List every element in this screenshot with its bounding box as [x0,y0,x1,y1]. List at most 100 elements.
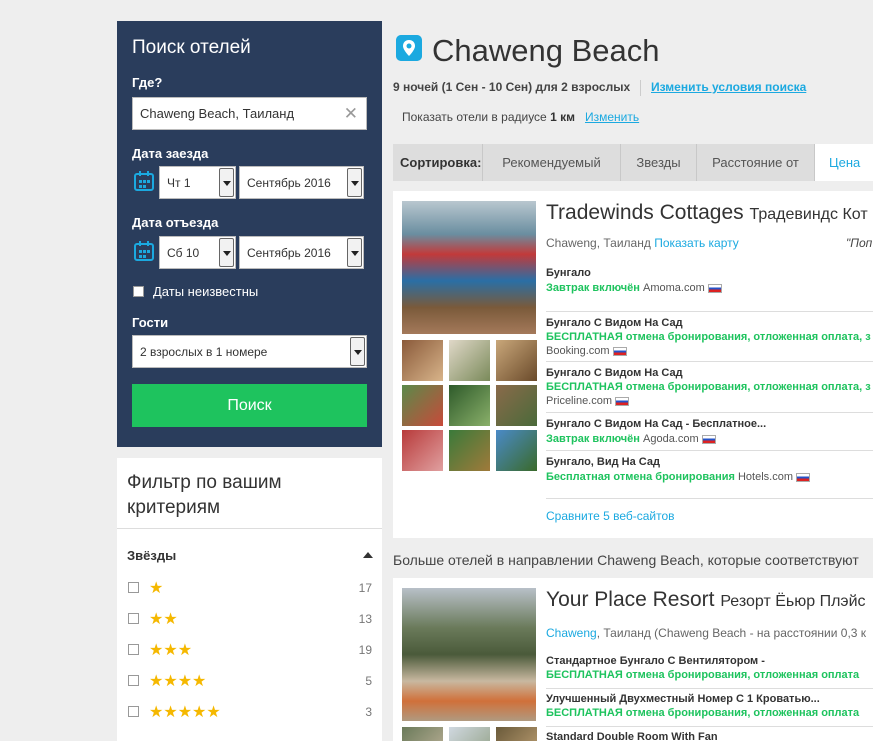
sort-tab-recommended[interactable]: Рекомендуемый [482,144,620,181]
star-filter-row[interactable]: ★ 17 [127,579,372,599]
star-filter-checkbox[interactable] [128,613,139,624]
hotel-name[interactable]: Your Place Resort Резорт Ёьюр Плэйс [546,588,866,612]
clear-icon[interactable]: ✕ [344,104,358,124]
hotel-thumbnail[interactable] [449,727,490,741]
divider [546,450,873,451]
divider [117,528,382,529]
filter-panel: Фильтр по вашим критериям Звёзды ★ 17 ★★… [117,458,382,741]
filter-title: Фильтр по вашим критериям [127,472,282,518]
destination-input[interactable]: Chaweng Beach, Таиланд ✕ [132,97,367,130]
star-filter-row[interactable]: ★★ 13 [127,610,372,630]
hotel-thumbnail[interactable] [496,727,537,741]
sort-tab-price[interactable]: Цена (з [814,144,873,207]
checkin-label: Дата заезда [132,146,209,161]
page-title: Chaweng Beach [432,33,660,68]
checkout-month-value: Сентябрь 2016 [247,246,331,260]
divider [546,361,873,362]
divider [546,311,873,312]
divider [640,80,641,96]
chevron-down-icon [219,168,234,197]
star-filter-count: 5 [365,674,372,688]
stars-filter-heading[interactable]: Звёзды [127,548,176,563]
hotel-location-text: Chaweng, Таиланд [546,236,651,250]
hotel-card: Tradewinds Cottages Традевиндс Кот Chawe… [393,191,873,538]
hotel-thumbnail[interactable] [402,430,443,471]
collapse-icon[interactable] [363,552,373,558]
offer-site: Booking.com [546,345,610,357]
star-icon: ★★★ [149,642,193,659]
star-filter-count: 3 [365,705,372,719]
offer-deal: БЕСПЛАТНАЯ отмена бронирования, отложенн… [546,331,871,343]
checkout-month-select[interactable]: Сентябрь 2016 [239,236,364,269]
offer-row[interactable]: Бунгало С Видом На Сад БЕСПЛАТНАЯ отмена… [546,317,873,357]
hotel-name[interactable]: Tradewinds Cottages Традевиндс Кот [546,201,868,225]
checkin-day-select[interactable]: Чт 1 [159,166,236,199]
room-type: Стандартное Бунгало С Вентилятором - [546,655,765,667]
offer-deal: Бесплатная отмена бронирования [546,471,735,483]
star-filter-checkbox[interactable] [128,675,139,686]
calendar-icon[interactable] [133,240,155,262]
sort-tab-distance[interactable]: Расстояние от [696,144,814,181]
hotel-thumbnail[interactable] [402,340,443,381]
hotel-thumbnail[interactable] [449,385,490,426]
hotel-main-photo[interactable] [402,201,536,334]
checkin-day-value: Чт 1 [167,176,191,190]
hotel-name-en[interactable]: Tradewinds Cottages [546,201,744,224]
checkout-day-value: Сб 10 [167,246,200,260]
dates-unknown-checkbox[interactable] [133,286,144,297]
radius-info: Показать отели в радиусе 1 км [402,110,575,124]
hotel-name-en[interactable]: Your Place Resort [546,588,714,611]
hotel-thumbnail[interactable] [496,430,537,471]
stay-summary: 9 ночей (1 Сен - 10 Сен) для 2 взрослых [393,80,631,94]
search-button[interactable]: Поиск [132,384,367,427]
guests-value: 2 взрослых в 1 номере [140,345,268,359]
location-link[interactable]: Chaweng [546,626,597,640]
russia-flag-icon [701,434,716,444]
room-type: Бунгало, Вид На Сад [546,456,660,468]
russia-flag-icon [707,283,722,293]
dates-unknown-label[interactable]: Даты неизвестны [153,284,258,299]
change-search-link[interactable]: Изменить условия поиска [651,80,806,94]
hotel-thumbnail[interactable] [496,385,537,426]
star-filter-checkbox[interactable] [128,644,139,655]
hotel-thumbnail[interactable] [402,727,443,741]
guests-select[interactable]: 2 взрослых в 1 номере [132,335,367,368]
hotel-thumbnail[interactable] [449,340,490,381]
offer-deal: БЕСПЛАТНАЯ отмена бронирования, отложенн… [546,707,860,719]
checkout-day-select[interactable]: Сб 10 [159,236,236,269]
star-filter-count: 19 [358,643,372,657]
star-filter-row[interactable]: ★★★ 19 [127,641,372,661]
offer-row[interactable]: Стандартное Бунгало С Вентилятором - БЕС… [546,655,873,681]
hotel-main-photo[interactable] [402,588,536,721]
offer-site: Priceline.com [546,395,613,407]
change-radius-link[interactable]: Изменить [585,110,639,124]
offer-row[interactable]: Бунгало С Видом На Сад - Бесплатное... З… [546,418,873,445]
hotel-location: Chaweng, Таиланд (Chaweng Beach - на рас… [546,626,866,640]
hotel-name-ru[interactable]: Традевиндс Кот [750,206,868,223]
offer-row[interactable]: Бунгало Завтрак включён Amoma.com [546,267,873,294]
offer-deal: БЕСПЛАТНАЯ отмена бронирования, отложенн… [546,381,871,393]
room-type: Standard Double Room With Fan [546,731,718,741]
room-type: Бунгало [546,267,591,279]
hotel-thumbnail[interactable] [496,340,537,381]
star-filter-checkbox[interactable] [128,582,139,593]
chevron-down-icon [219,238,234,267]
checkin-month-select[interactable]: Сентябрь 2016 [239,166,364,199]
calendar-icon[interactable] [133,170,155,192]
star-filter-row[interactable]: ★★★★★ 3 [127,703,372,723]
room-type: Бунгало С Видом На Сад [546,367,683,379]
offer-row[interactable]: Бунгало С Видом На Сад БЕСПЛАТНАЯ отмена… [546,367,873,407]
compare-sites-link[interactable]: Сравните 5 веб-сайтов [546,509,675,523]
hotel-name-ru[interactable]: Резорт Ёьюр Плэйс [720,593,865,610]
star-filter-row[interactable]: ★★★★ 5 [127,672,372,692]
hotel-thumbnail[interactable] [449,430,490,471]
show-map-link[interactable]: Показать карту [654,236,739,250]
sort-bar: Сортировка: Рекомендуемый Звезды Расстоя… [393,144,873,207]
offer-row[interactable]: Standard Double Room With Fan [546,731,873,741]
offer-row[interactable]: Бунгало, Вид На Сад Бесплатная отмена бр… [546,456,873,483]
hotel-thumbnail[interactable] [402,385,443,426]
divider [546,726,873,727]
offer-row[interactable]: Улучшенный Двухместный Номер С 1 Кровать… [546,693,873,719]
sort-tab-stars[interactable]: Звезды [620,144,696,181]
star-filter-checkbox[interactable] [128,706,139,717]
